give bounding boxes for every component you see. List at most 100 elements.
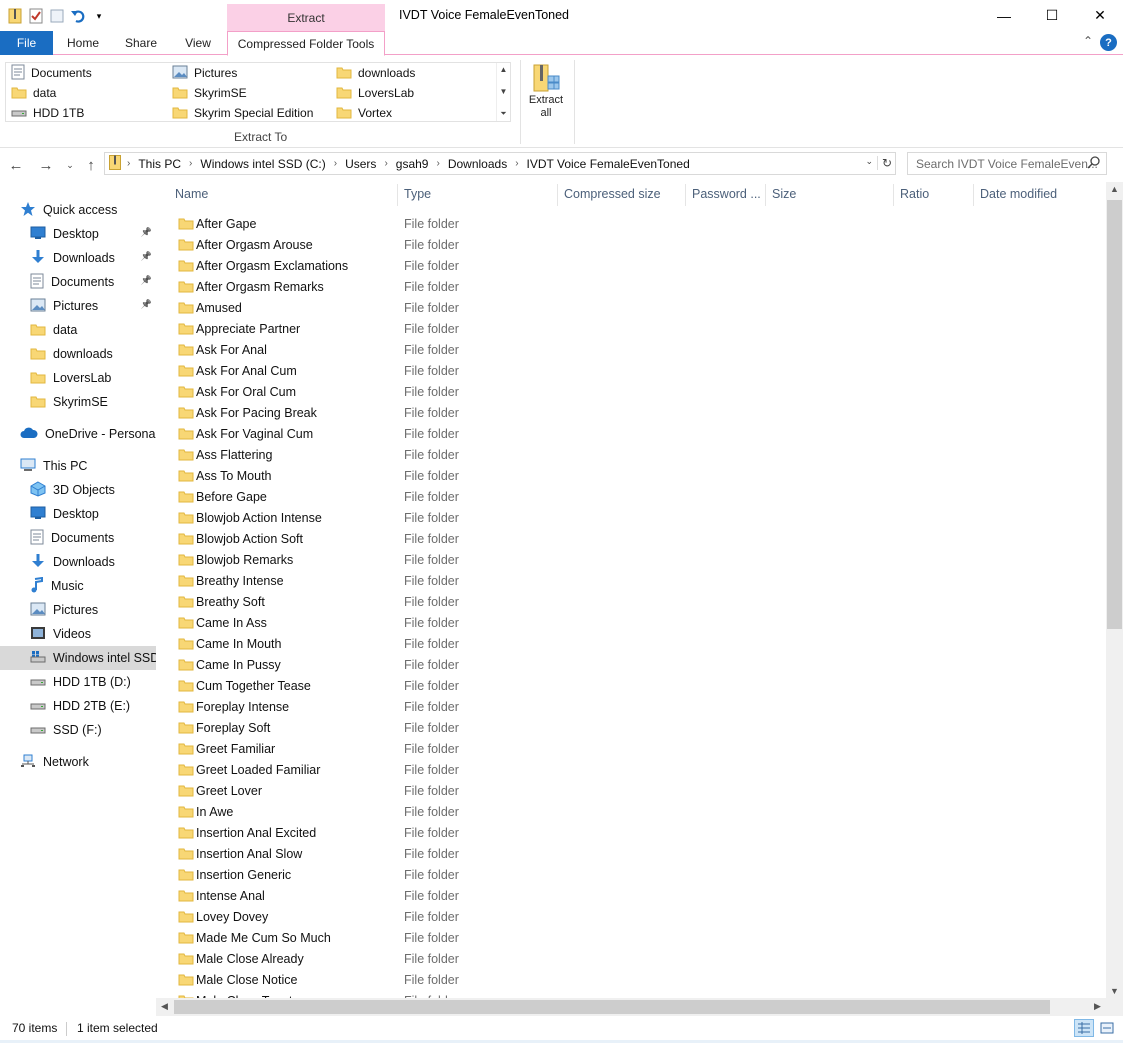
extract-destination-item[interactable]: data	[11, 83, 56, 103]
horizontal-scroll-thumb[interactable]	[174, 1000, 1050, 1014]
file-row[interactable]: Lovey Dovey File folder	[156, 906, 1106, 927]
column-divider[interactable]	[685, 184, 686, 206]
column-divider[interactable]	[893, 184, 894, 206]
breadcrumb-chevron-icon[interactable]: ›	[334, 158, 337, 169]
scroll-down-icon[interactable]: ▼	[500, 87, 508, 96]
column-header-ratio[interactable]: Ratio	[900, 187, 929, 201]
breadcrumb-item[interactable]: IVDT Voice FemaleEvenToned	[527, 157, 690, 171]
nav-item[interactable]: Desktop	[0, 502, 156, 526]
file-row[interactable]: After Orgasm Exclamations File folder	[156, 255, 1106, 276]
scroll-up-icon[interactable]: ▲	[500, 65, 508, 74]
back-arrow-icon[interactable]: ←	[6, 155, 26, 175]
file-row[interactable]: Ask For Pacing Break File folder	[156, 402, 1106, 423]
column-divider[interactable]	[973, 184, 974, 206]
extract-destination-item[interactable]: LoversLab	[336, 83, 414, 103]
tab-share[interactable]: Share	[116, 31, 166, 55]
nav-item[interactable]: This PC	[0, 454, 156, 478]
file-row[interactable]: Foreplay Intense File folder	[156, 696, 1106, 717]
breadcrumb-chevron-icon[interactable]: ›	[384, 158, 387, 169]
file-row[interactable]: Insertion Anal Slow File folder	[156, 843, 1106, 864]
file-row[interactable]: Blowjob Action Intense File folder	[156, 507, 1106, 528]
nav-item[interactable]: Pictures	[0, 598, 156, 622]
breadcrumb-chevron-icon[interactable]: ›	[127, 158, 130, 169]
horizontal-scrollbar[interactable]: ◀ ▶	[156, 998, 1106, 1016]
up-arrow-icon[interactable]: ↑	[81, 155, 101, 175]
file-row[interactable]: Foreplay Soft File folder	[156, 717, 1106, 738]
nav-item[interactable]: HDD 2TB (E:)	[0, 694, 156, 718]
breadcrumb-item[interactable]: Downloads	[448, 157, 507, 171]
scroll-right-icon[interactable]: ▶	[1089, 1001, 1106, 1012]
minimize-button[interactable]: —	[981, 0, 1027, 31]
nav-item[interactable]: SkyrimSE	[0, 390, 156, 414]
vertical-scrollbar[interactable]: ▲ ▼	[1106, 182, 1123, 998]
file-row[interactable]: Ask For Anal File folder	[156, 339, 1106, 360]
pin-icon[interactable]: 📌	[141, 227, 152, 238]
nav-item[interactable]: LoversLab	[0, 366, 156, 390]
file-row[interactable]: Male Close TauntFile folder	[156, 990, 1106, 998]
nav-item[interactable]: Videos	[0, 622, 156, 646]
nav-item[interactable]: Downloads	[0, 550, 156, 574]
breadcrumb-item[interactable]: gsah9	[396, 157, 429, 171]
file-row[interactable]: Amused File folder	[156, 297, 1106, 318]
file-row[interactable]: Before Gape File folder	[156, 486, 1106, 507]
destinations-scroll[interactable]: ▲ ▼ ⏷	[496, 63, 510, 121]
column-header-name[interactable]: Name	[175, 187, 208, 201]
column-header-compressed-size[interactable]: Compressed size	[564, 187, 661, 201]
file-row[interactable]: Blowjob Action Soft File folder	[156, 528, 1106, 549]
column-header-type[interactable]: Type	[404, 187, 431, 201]
file-row[interactable]: Made Me Cum So Much File folder	[156, 927, 1106, 948]
nav-item[interactable]: Network	[0, 750, 156, 774]
breadcrumb-item[interactable]: This PC	[138, 157, 181, 171]
column-header-size[interactable]: Size	[772, 187, 796, 201]
tab-file[interactable]: File	[0, 31, 53, 55]
address-dropdown-icon[interactable]: ⌄	[865, 156, 873, 167]
pin-icon[interactable]: 📌	[141, 251, 152, 262]
close-button[interactable]: ✕	[1077, 0, 1123, 31]
zip-folder-icon[interactable]	[6, 7, 24, 25]
scroll-down-icon[interactable]: ▼	[1106, 986, 1123, 996]
tab-home[interactable]: Home	[58, 31, 108, 55]
column-divider[interactable]	[765, 184, 766, 206]
file-row[interactable]: Ask For Anal Cum File folder	[156, 360, 1106, 381]
pin-icon[interactable]: 📌	[141, 275, 152, 286]
maximize-button[interactable]: ☐	[1029, 0, 1075, 31]
extract-destination-item[interactable]: SkyrimSE	[172, 83, 247, 103]
file-row[interactable]: Appreciate Partner File folder	[156, 318, 1106, 339]
nav-item[interactable]: Documents 📌	[0, 270, 156, 294]
column-divider[interactable]	[397, 184, 398, 206]
file-row[interactable]: Came In Ass File folder	[156, 612, 1106, 633]
file-row[interactable]: Came In Pussy File folder	[156, 654, 1106, 675]
file-row[interactable]: After Orgasm Arouse File folder	[156, 234, 1106, 255]
file-row[interactable]: After Orgasm Remarks File folder	[156, 276, 1106, 297]
extract-destination-item[interactable]: HDD 1TB	[11, 103, 84, 123]
file-row[interactable]: Cum Together Tease File folder	[156, 675, 1106, 696]
extract-all-button[interactable]: Extract all	[525, 62, 567, 126]
collapse-ribbon-icon[interactable]: ⌃	[1083, 34, 1093, 48]
extract-destination-item[interactable]: Pictures	[172, 63, 237, 83]
file-row[interactable]: In Awe File folder	[156, 801, 1106, 822]
forward-arrow-icon[interactable]: →	[36, 155, 56, 175]
file-row[interactable]: Came In Mouth File folder	[156, 633, 1106, 654]
properties-icon[interactable]	[27, 7, 45, 25]
column-header-date-modified[interactable]: Date modified	[980, 187, 1057, 201]
expand-gallery-icon[interactable]: ⏷	[500, 109, 506, 119]
breadcrumb-item[interactable]: Windows intel SSD (C:)	[200, 157, 325, 171]
nav-item[interactable]: Quick access	[0, 198, 156, 222]
new-folder-icon[interactable]	[48, 7, 66, 25]
file-row[interactable]: Male Close Notice File folder	[156, 969, 1106, 990]
file-row[interactable]: After Gape File folder	[156, 213, 1106, 234]
nav-item[interactable]: 3D Objects	[0, 478, 156, 502]
file-row[interactable]: Insertion Generic File folder	[156, 864, 1106, 885]
tab-compressed-folder-tools[interactable]: Compressed Folder Tools	[227, 31, 385, 56]
extract-destination-item[interactable]: Vortex	[336, 103, 392, 123]
file-row[interactable]: Ask For Oral Cum File folder	[156, 381, 1106, 402]
extract-destination-item[interactable]: downloads	[336, 63, 415, 83]
column-header-password[interactable]: Password ...	[692, 187, 761, 201]
file-row[interactable]: Greet Loaded Familiar File folder	[156, 759, 1106, 780]
nav-item[interactable]: HDD 1TB (D:)	[0, 670, 156, 694]
undo-icon[interactable]	[69, 7, 87, 25]
breadcrumb-chevron-icon[interactable]: ›	[515, 158, 518, 169]
extract-destination-item[interactable]: Skyrim Special Edition	[172, 103, 313, 123]
file-row[interactable]: Ask For Vaginal Cum File folder	[156, 423, 1106, 444]
search-icon[interactable]	[1087, 156, 1100, 172]
